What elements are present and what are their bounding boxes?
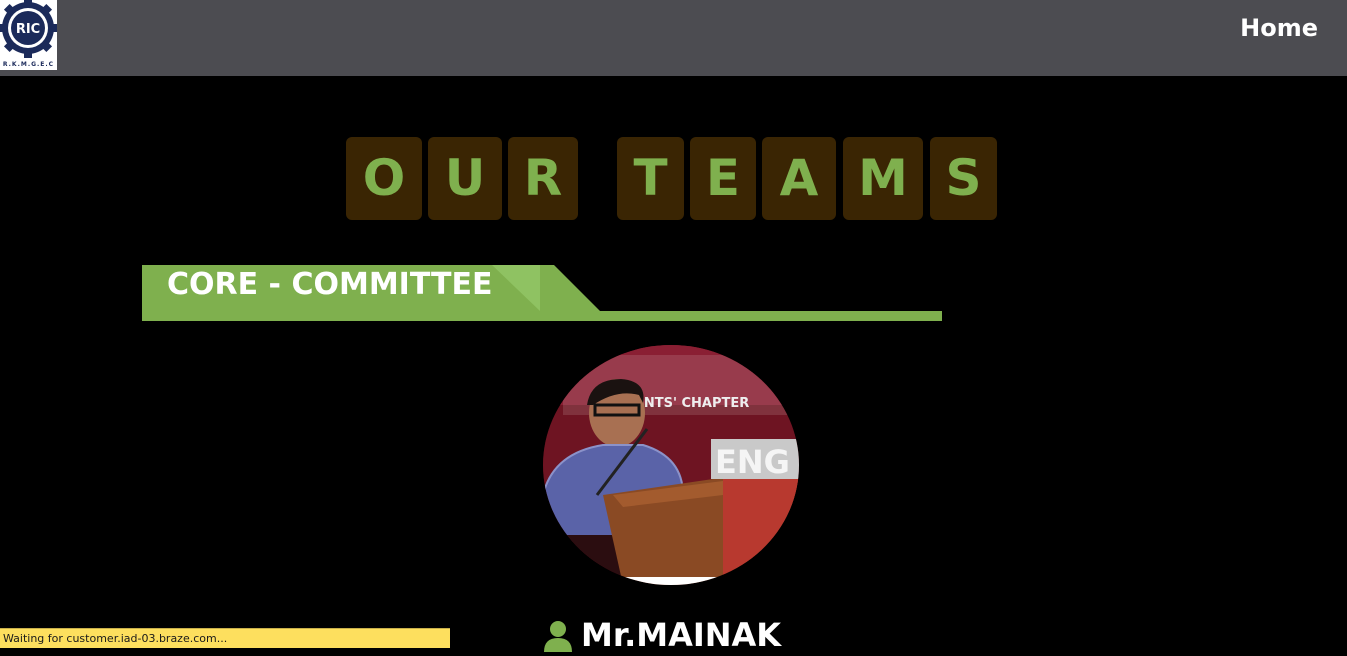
top-navbar: RIC R.K.M.G.E.C Home bbox=[0, 0, 1347, 76]
title-tile: T bbox=[617, 137, 684, 220]
page-title-tiles: O U R T E A M S bbox=[0, 137, 1347, 220]
member-photo-illustration: ENTS' CHAPTER ENG bbox=[543, 345, 799, 585]
title-tile: E bbox=[690, 137, 756, 220]
svg-text:RIC: RIC bbox=[16, 22, 40, 37]
member-name: Mr.MAINAK bbox=[581, 616, 782, 654]
section-banner: CORE - COMMITTEE bbox=[142, 265, 942, 321]
user-icon bbox=[544, 621, 572, 652]
member-photo: ENTS' CHAPTER ENG bbox=[543, 345, 799, 585]
title-tile: O bbox=[346, 137, 422, 220]
logo-caption: R.K.M.G.E.C bbox=[2, 61, 55, 68]
site-logo[interactable]: RIC R.K.M.G.E.C bbox=[0, 0, 57, 70]
title-tile: S bbox=[930, 137, 997, 220]
gear-logo-icon: RIC bbox=[0, 0, 57, 58]
nav-home-link[interactable]: Home bbox=[1240, 14, 1318, 42]
title-tile: A bbox=[762, 137, 836, 220]
browser-status-bar: Waiting for customer.iad-03.braze.com... bbox=[0, 628, 450, 648]
svg-text:ENTS' CHAPTER: ENTS' CHAPTER bbox=[635, 396, 749, 411]
svg-text:ENG: ENG bbox=[715, 443, 790, 481]
title-tile: R bbox=[508, 137, 578, 220]
title-tile: U bbox=[428, 137, 502, 220]
title-tile: M bbox=[843, 137, 923, 220]
section-heading: CORE - COMMITTEE bbox=[167, 267, 493, 302]
